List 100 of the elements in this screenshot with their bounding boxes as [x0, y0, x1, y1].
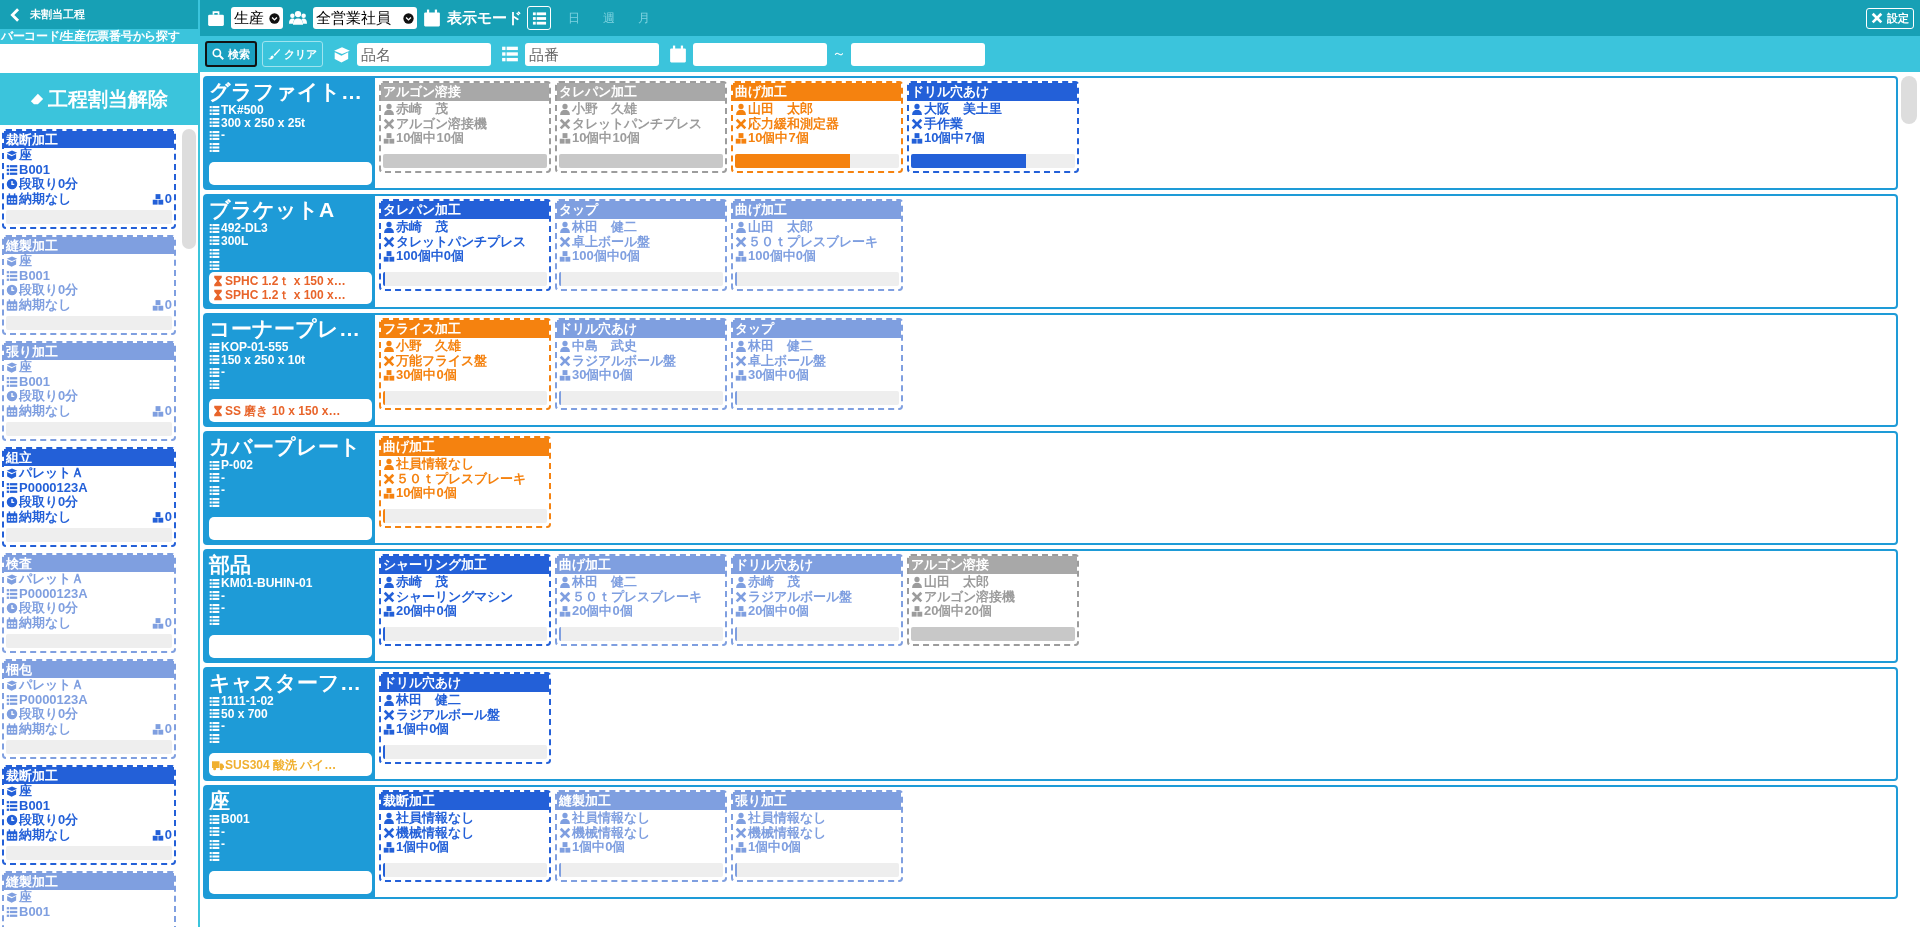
- list-icon: [209, 695, 220, 707]
- machine-name: ５０ｔプレスブレーキ: [396, 471, 526, 486]
- product-spec: B001: [221, 813, 250, 826]
- product-name: パレットＡ: [19, 572, 84, 587]
- view-mode-tab[interactable]: 日: [562, 6, 586, 30]
- worker-name: 林田 健二: [748, 339, 813, 354]
- process-card[interactable]: 裁断加工 社員情報なし 機械情報なし 1個中0個: [379, 790, 551, 882]
- person-icon: [383, 221, 395, 234]
- machine-name: タレットパンチプレス: [572, 116, 702, 131]
- process-card[interactable]: 縫製加工 座 B001: [2, 871, 176, 927]
- machine-name: 機械情報なし: [748, 825, 826, 840]
- process-title: 縫製加工: [557, 792, 725, 810]
- view-mode-tab[interactable]: 週: [597, 6, 621, 30]
- briefcase-icon: [206, 9, 226, 27]
- process-card[interactable]: ドリル穴あけ 大阪 美土里 手作業 10個中7個: [907, 81, 1079, 173]
- worker-name: 赤崎 茂: [396, 220, 448, 235]
- process-title: 縫製加工: [4, 237, 174, 254]
- list-icon: [6, 587, 18, 600]
- due-date: 納期なし: [19, 721, 72, 736]
- list-icon: [209, 222, 220, 234]
- product-spec: 150 x 250 x 10t: [221, 353, 306, 366]
- product-name-field[interactable]: 品名: [357, 42, 491, 66]
- back-icon[interactable]: [8, 6, 22, 23]
- process-title: アルゴン溶接: [909, 556, 1077, 574]
- process-card[interactable]: タップ 林田 健二 卓上ボール盤 30個中0個: [731, 318, 903, 410]
- clock-icon: [6, 178, 18, 191]
- product-number-field[interactable]: 品番: [525, 42, 659, 66]
- process-card[interactable]: アルゴン溶接 山田 太郎 アルゴン溶接機 20個中20個: [907, 554, 1079, 646]
- material-name: SPHC 1.2ｔ x 100 x…: [225, 288, 346, 302]
- list-icon: [209, 497, 220, 509]
- unassign-button[interactable]: 工程割当解除: [0, 73, 198, 125]
- process-card[interactable]: 縫製加工 社員情報なし 機械情報なし 1個中0個: [555, 790, 727, 882]
- boxes-icon: [735, 369, 747, 382]
- brush-icon: [268, 48, 280, 60]
- piece-count: 10個中10個: [572, 131, 640, 146]
- view-mode-tab[interactable]: 月: [632, 6, 656, 30]
- product-name: 座: [209, 789, 231, 813]
- process-card[interactable]: タレパン加工 小野 久雄 タレットパンチプレス 10個中10個: [555, 81, 727, 173]
- search-button[interactable]: 検索: [205, 41, 257, 67]
- product-name: 座: [19, 254, 32, 269]
- quantity-count: 0: [164, 509, 172, 524]
- process-card[interactable]: 検査 パレットＡ P0000123A 段取り0分 納期なし 0: [2, 553, 176, 653]
- due-date: 納期なし: [19, 191, 72, 206]
- staff-select[interactable]: 全営業社員: [313, 7, 417, 29]
- clock-icon: [6, 708, 18, 721]
- end-date-field[interactable]: [851, 42, 985, 66]
- worker-name: 中島 武史: [572, 339, 637, 353]
- list-view-toggle[interactable]: [527, 6, 551, 30]
- process-card[interactable]: 梱包 パレットＡ P0000123A 段取り0分 納期なし 0: [2, 659, 176, 759]
- person-icon: [735, 812, 747, 825]
- process-title: ドリル穴あけ: [909, 83, 1077, 101]
- worker-name: 社員情報なし: [396, 811, 474, 825]
- process-title: 梱包: [4, 661, 174, 678]
- process-card[interactable]: 曲げ加工 山田 太郎 応力緩和測定器 10個中7個: [731, 81, 903, 173]
- list-icon: [6, 905, 18, 918]
- process-card[interactable]: 曲げ加工 社員情報なし ５０ｔプレスブレーキ 10個中0個: [379, 436, 551, 528]
- process-card[interactable]: 組立 パレットＡ P0000123A 段取り0分 納期なし 0: [2, 447, 176, 547]
- boxes-icon: [559, 132, 571, 145]
- process-card[interactable]: 縫製加工 座 B001 段取り0分 納期なし 0: [2, 235, 176, 335]
- hourglass-icon: [212, 404, 224, 417]
- process-card[interactable]: アルゴン溶接 赤崎 茂 アルゴン溶接機 10個中10個: [379, 81, 551, 173]
- scrollbar-thumb[interactable]: [1901, 76, 1917, 124]
- process-card[interactable]: シャーリング加工 赤崎 茂 シャーリングマシン 20個中0個: [379, 554, 551, 646]
- list-icon: [209, 366, 220, 378]
- process-card[interactable]: フライス加工 小野 久雄 万能フライス盤 30個中0個: [379, 318, 551, 410]
- scrollbar-thumb[interactable]: [182, 129, 196, 249]
- machine-name: 機械情報なし: [396, 825, 474, 840]
- process-card[interactable]: ドリル穴あけ 赤崎 茂 ラジアルボール盤 20個中0個: [731, 554, 903, 646]
- process-card[interactable]: 張り加工 社員情報なし 機械情報なし 1個中0個: [731, 790, 903, 882]
- setup-time: 段取り0分: [19, 177, 79, 192]
- process-card[interactable]: 張り加工 座 B001 段取り0分 納期なし 0: [2, 341, 176, 441]
- process-card[interactable]: タップ 林田 健二 卓上ボール盤 100個中0個: [555, 199, 727, 291]
- worker-name: 山田 太郎: [748, 220, 813, 235]
- quantity-count: 0: [164, 827, 172, 842]
- clear-button[interactable]: クリア: [262, 41, 323, 67]
- list-icon: [209, 104, 220, 116]
- start-date-field[interactable]: [693, 42, 827, 66]
- product-spec: KOP-01-555: [221, 341, 289, 354]
- person-icon: [383, 812, 395, 825]
- product-code: B001: [19, 798, 51, 813]
- category-select[interactable]: 生産: [231, 7, 283, 29]
- process-card[interactable]: タレパン加工 赤崎 茂 タレットパンチプレス 100個中0個: [379, 199, 551, 291]
- worker-name: 赤崎 茂: [396, 575, 448, 590]
- process-card[interactable]: 曲げ加工 山田 太郎 ５０ｔプレスブレーキ 100個中0個: [731, 199, 903, 291]
- process-card[interactable]: 裁断加工 座 B001 段取り0分 納期なし 0: [2, 765, 176, 865]
- view-mode-label: 表示モード: [447, 8, 522, 28]
- process-card[interactable]: 裁断加工 座 B001 段取り0分 納期なし 0: [2, 129, 176, 229]
- process-card[interactable]: ドリル穴あけ 林田 健二 ラジアルボール盤 1個中0個: [379, 672, 551, 764]
- settings-button[interactable]: 設定: [1866, 7, 1914, 29]
- machine-name: ５０ｔプレスブレーキ: [572, 589, 702, 604]
- boxes-icon: [735, 132, 747, 145]
- person-icon: [559, 576, 571, 589]
- process-card[interactable]: ドリル穴あけ 中島 武史 ラジアルボール盤 30個中0個: [555, 318, 727, 410]
- piece-count: 20個中0個: [572, 604, 633, 619]
- person-icon: [559, 812, 571, 825]
- process-card[interactable]: 曲げ加工 林田 健二 ５０ｔプレスブレーキ 20個中0個: [555, 554, 727, 646]
- boxes-icon: [151, 616, 164, 629]
- process-title: 検査: [4, 555, 174, 572]
- boxes-icon: [383, 487, 395, 500]
- product-spec: -: [221, 825, 225, 838]
